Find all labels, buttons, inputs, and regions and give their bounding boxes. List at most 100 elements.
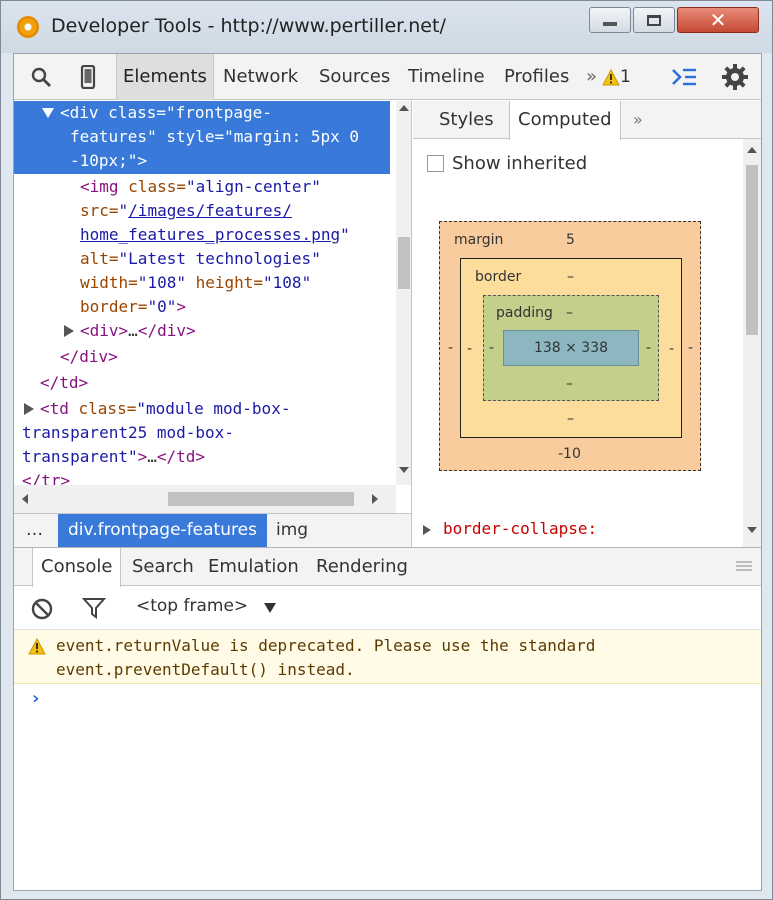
border-right-value[interactable]: - — [669, 341, 674, 357]
elements-horizontal-scrollbar[interactable] — [14, 485, 396, 513]
dom-line[interactable]: </div> — [60, 345, 118, 369]
dom-line[interactable]: transparent25 mod-box- — [22, 421, 234, 445]
tab-computed[interactable]: Computed — [509, 101, 621, 140]
box-model-border[interactable]: border – - - – padding – - - – 138 × 338 — [460, 258, 682, 438]
sidebar-scrollbar[interactable] — [743, 139, 761, 547]
minimize-button[interactable] — [589, 7, 631, 33]
breadcrumb-item-div[interactable]: div.frontpage-features — [58, 514, 267, 547]
clear-console-icon[interactable] — [30, 597, 54, 621]
dom-line[interactable]: home_features_processes.png" — [80, 223, 350, 247]
frame-selector[interactable]: <top frame> — [136, 596, 248, 616]
attr-value: "margin: 5px 0 — [224, 127, 359, 146]
tab-timeline[interactable]: Timeline — [402, 54, 491, 100]
tab-styles[interactable]: Styles — [431, 101, 502, 139]
search-icon[interactable] — [28, 54, 54, 100]
dom-line[interactable]: features" style="margin: 5px 0 — [70, 125, 359, 149]
margin-right-value[interactable]: - — [688, 340, 693, 356]
tab-emulation[interactable]: Emulation — [200, 548, 307, 586]
tab-elements[interactable]: Elements — [116, 54, 214, 100]
warning-icon[interactable] — [602, 54, 620, 100]
margin-label: margin — [454, 232, 504, 248]
dom-line[interactable]: -10px;"> — [70, 149, 147, 173]
gear-icon[interactable] — [720, 54, 750, 100]
dom-line[interactable]: </tr> — [22, 469, 70, 485]
margin-top-value[interactable]: 5 — [566, 232, 575, 248]
resource-link[interactable]: /images/features/ — [128, 201, 292, 220]
scroll-left-icon[interactable] — [22, 494, 28, 504]
resize-grip-icon[interactable] — [736, 560, 752, 572]
warning-count[interactable]: 1 — [620, 54, 631, 100]
device-icon[interactable] — [78, 54, 98, 100]
dom-line[interactable]: <div class="frontpage- — [60, 101, 272, 125]
border-top-value[interactable]: – — [567, 269, 574, 285]
attr-name: class= — [128, 177, 186, 196]
show-inherited-checkbox[interactable] — [427, 155, 444, 172]
scroll-down-icon[interactable] — [399, 467, 409, 473]
expand-property-icon[interactable] — [423, 525, 431, 535]
maximize-button[interactable] — [633, 7, 675, 33]
box-model-margin[interactable]: margin 5 - - -10 border – - - – padding … — [439, 221, 701, 471]
filter-icon[interactable] — [82, 597, 106, 619]
margin-bottom-value[interactable]: -10 — [558, 446, 581, 462]
tab-search[interactable]: Search — [124, 548, 202, 586]
elements-vertical-scrollbar[interactable] — [396, 101, 411, 485]
tab-network[interactable]: Network — [217, 54, 304, 100]
warning-text-line-1: event.returnValue is deprecated. Please … — [56, 636, 596, 655]
dom-line[interactable]: width="108" height="108" — [80, 271, 311, 295]
close-button[interactable]: ✕ — [677, 7, 759, 33]
scroll-up-icon[interactable] — [747, 147, 757, 153]
console-prompt[interactable]: › — [32, 688, 39, 709]
box-model-padding[interactable]: padding – - - – 138 × 338 — [483, 295, 659, 401]
box-model-content[interactable]: 138 × 338 — [503, 330, 639, 366]
padding-bottom-value[interactable]: – — [566, 376, 573, 392]
dom-line[interactable]: src="/images/features/ — [80, 199, 292, 223]
dom-line[interactable]: alt="Latest technologies" — [80, 247, 321, 271]
dom-line[interactable]: border="0"> — [80, 295, 186, 319]
tab-rendering[interactable]: Rendering — [308, 548, 416, 586]
chevron-down-icon[interactable] — [264, 603, 276, 613]
show-inherited-toggle[interactable]: Show inherited — [427, 153, 587, 174]
more-tabs-button[interactable]: » — [580, 54, 603, 100]
scroll-thumb[interactable] — [168, 492, 354, 506]
border-left-value[interactable]: - — [467, 341, 472, 357]
tag-open: <div> — [80, 321, 129, 340]
dom-line[interactable]: <td class="module mod-box- — [40, 397, 290, 421]
dom-line[interactable]: transparent">…</td> — [22, 445, 205, 469]
tab-sources[interactable]: Sources — [313, 54, 396, 100]
console-warning-message: event.returnValue is deprecated. Please … — [14, 630, 761, 684]
dom-tree[interactable]: <div class="frontpage- features" style="… — [14, 101, 396, 485]
attr-value: " — [118, 201, 129, 220]
padding-label: padding — [496, 305, 553, 321]
drawer-toggle-icon[interactable] — [670, 54, 698, 100]
padding-left-value[interactable]: - — [489, 340, 494, 356]
breadcrumb-more[interactable]: … — [16, 514, 53, 547]
padding-top-value[interactable]: – — [566, 305, 573, 321]
scroll-right-icon[interactable] — [372, 494, 378, 504]
devtools-window: Developer Tools - http://www.pertiller.n… — [0, 0, 773, 900]
breadcrumb-item-img[interactable]: img — [266, 514, 318, 547]
tag-close: </div> — [60, 347, 118, 366]
resource-link[interactable]: home_features_processes.png — [80, 225, 340, 244]
attr-value: "108" — [263, 273, 312, 292]
tab-console[interactable]: Console — [32, 548, 122, 587]
expand-triangle-icon[interactable] — [64, 325, 74, 337]
margin-left-value[interactable]: - — [448, 340, 453, 356]
dom-line[interactable]: <img class="align-center" — [80, 175, 321, 199]
scroll-down-icon[interactable] — [747, 527, 757, 533]
border-bottom-value[interactable]: – — [567, 411, 574, 427]
expand-triangle-icon[interactable] — [24, 403, 34, 415]
title-bar[interactable]: Developer Tools - http://www.pertiller.n… — [1, 1, 772, 53]
scroll-thumb[interactable] — [398, 237, 410, 289]
tab-profiles[interactable]: Profiles — [498, 54, 575, 100]
scroll-thumb[interactable] — [746, 165, 758, 335]
collapse-triangle-icon[interactable] — [42, 108, 54, 118]
main-toolbar: Elements Network Sources Timeline Profil… — [14, 54, 761, 100]
scroll-up-icon[interactable] — [399, 105, 409, 111]
attr-value: -10px;" — [70, 151, 138, 170]
show-inherited-label: Show inherited — [452, 153, 588, 174]
dom-line[interactable]: </td> — [40, 371, 88, 395]
more-sidebar-tabs-button[interactable]: » — [625, 101, 651, 139]
dom-line[interactable]: <div>…</div> — [80, 319, 196, 343]
computed-property-name[interactable]: border-collapse: — [443, 519, 597, 538]
padding-right-value[interactable]: - — [646, 340, 651, 356]
